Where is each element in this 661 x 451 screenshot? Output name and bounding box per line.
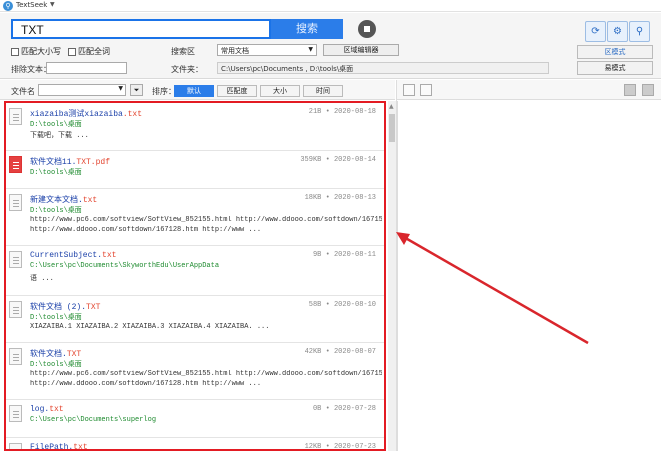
pdf-file-icon [9,156,22,173]
chevron-down-icon: ▼ [118,85,123,92]
result-item[interactable]: log.txt 0B • 2020-07-28 C:\Users\pc\Docu… [6,400,384,438]
result-path[interactable]: C:\Users\pc\Documents\superlog [30,416,156,424]
app-logo-icon: ⚲ [3,1,13,11]
result-path[interactable]: D:\tools\桌面 [30,205,82,215]
result-filename[interactable]: xiazaiba测试xiazaiba.txt [30,108,142,119]
search-input[interactable]: TXT [11,19,271,39]
text-file-icon [9,443,22,449]
sort-time-button[interactable]: 时间 [303,85,343,97]
search-icon[interactable]: ⚲ [629,21,650,42]
result-snippet: http://www.pc6.com/softview/SoftView_852… [30,216,382,224]
search-button[interactable]: 搜索 [271,19,343,39]
folder-path-field[interactable]: C:\Users\pc\Documents , D:\tools\桌面 [217,62,549,74]
result-item[interactable]: 新建文本文档.txt 18KB • 2020-08-13 D:\tools\桌面… [6,189,384,246]
result-filename[interactable]: FilePath.txt [30,443,88,449]
filter-bar: 文件名 ▼ ⏷ 排序： 默认 匹配度 大小 时间 [0,80,395,100]
preview-toolbar [396,80,661,100]
result-snippet-line2: http://www.ddooo.com/softdown/167128.htm… [30,380,262,388]
folder-icon[interactable] [420,84,432,96]
result-meta: 21B • 2020-08-18 [308,108,376,116]
match-word-label: 匹配全词 [78,47,110,56]
result-list: xiazaiba测试xiazaiba.txt 21B • 2020-08-18 … [4,101,386,451]
result-path[interactable]: D:\tools\桌面 [30,359,82,369]
next-icon[interactable] [642,84,654,96]
result-meta: 58B • 2020-08-10 [308,301,376,309]
result-path[interactable]: D:\tools\桌面 [30,119,82,129]
sort-default-button[interactable]: 默认 [174,85,214,97]
result-meta: 9B • 2020-08-11 [312,251,376,259]
file-icon[interactable] [403,84,415,96]
result-item[interactable]: CurrentSubject.txt 9B • 2020-08-11 C:\Us… [6,246,384,296]
scope-label: 搜索区 [171,47,195,56]
scroll-thumb[interactable] [389,114,395,142]
result-meta: 12KB • 2020-07-23 [304,443,376,451]
mode-button-1[interactable]: 区模式 [577,45,653,59]
mode-button-2[interactable]: 易模式 [577,61,653,75]
edit-scope-button[interactable]: 区域编辑器 [323,44,399,56]
text-file-icon [9,405,22,422]
result-meta: 42KB • 2020-08-07 [304,348,376,356]
result-item[interactable]: FilePath.txt 12KB • 2020-07-23 [6,438,384,451]
match-case-label: 匹配大小写 [21,47,61,56]
sort-label: 排序： [152,87,176,96]
result-meta: 0B • 2020-07-28 [312,405,376,413]
checkbox-box[interactable] [68,47,76,56]
result-item[interactable]: 软件文档 (2).TXT 58B • 2020-08-10 D:\tools\桌… [6,296,384,343]
match-case-checkbox[interactable]: 匹配大小写 [11,46,61,57]
folder-label: 文件夹： [171,65,203,74]
exclude-label: 排除文本： [11,65,51,74]
result-filename[interactable]: CurrentSubject.txt [30,251,116,260]
scope-select[interactable]: 常用文档 ▼ [217,44,317,56]
chevron-down-icon: ▼ [308,46,313,53]
title-bar: ⚲ TextSeek ▼ [0,0,661,12]
result-scrollbar[interactable] [388,101,396,451]
text-file-icon [9,194,22,211]
result-path[interactable]: D:\tools\桌面 [30,312,82,322]
result-snippet: XIAZAIBA.1 XIAZAIBA.2 XIAZAIBA.3 XIAZAIB… [30,323,270,331]
result-snippet: http://www.pc6.com/softview/SoftView_852… [30,370,382,378]
prev-icon[interactable] [624,84,636,96]
scroll-up-icon[interactable]: ▲ [389,103,394,110]
stop-icon[interactable] [358,20,376,38]
result-filename[interactable]: 软件文档 (2).TXT [30,301,100,312]
result-meta: 359KB • 2020-08-14 [300,156,376,164]
sort-relevance-button[interactable]: 匹配度 [217,85,257,97]
result-snippet: 语 ... [30,275,54,283]
result-filename[interactable]: 软件文档11.TXT.pdf [30,156,110,167]
filename-label: 文件名 [11,87,35,96]
text-file-icon [9,108,22,125]
match-word-checkbox[interactable]: 匹配全词 [68,46,110,57]
text-file-icon [9,301,22,318]
result-item[interactable]: 软件文档11.TXT.pdf 359KB • 2020-08-14 D:\too… [6,151,384,189]
result-filename[interactable]: log.txt [30,405,64,414]
result-filename[interactable]: 新建文本文档.txt [30,194,97,205]
title-menu-chevron-icon[interactable]: ▼ [50,1,55,8]
sort-size-button[interactable]: 大小 [260,85,300,97]
result-item[interactable]: xiazaiba测试xiazaiba.txt 21B • 2020-08-18 … [6,103,384,151]
result-item[interactable]: 软件文档.TXT 42KB • 2020-08-07 D:\tools\桌面 h… [6,343,384,400]
filename-filter-select[interactable]: ▼ [38,84,126,96]
search-panel: TXT 搜索 匹配大小写 匹配全词 搜索区 常用文档 ▼ 区域编辑器 排除文本：… [0,13,661,79]
checkbox-box[interactable] [11,47,19,56]
result-snippet: 下载吧，下载 ... [30,132,89,140]
text-file-icon [9,251,22,268]
exclude-input[interactable] [46,62,127,74]
settings-icon[interactable]: ⚙ [607,21,628,42]
text-file-icon [9,348,22,365]
refresh-icon[interactable]: ⟳ [585,21,606,42]
filter-icon[interactable]: ⏷ [130,84,143,96]
window-title: TextSeek [16,1,48,9]
preview-pane [397,101,661,451]
result-meta: 18KB • 2020-08-13 [304,194,376,202]
result-path[interactable]: D:\tools\桌面 [30,167,82,177]
scope-value: 常用文档 [221,47,249,55]
result-snippet-line2: http://www.ddooo.com/softdown/167128.htm… [30,226,262,234]
result-filename[interactable]: 软件文档.TXT [30,348,81,359]
result-path[interactable]: C:\Users\pc\Documents\SkyworthEdu\UserAp… [30,262,219,270]
